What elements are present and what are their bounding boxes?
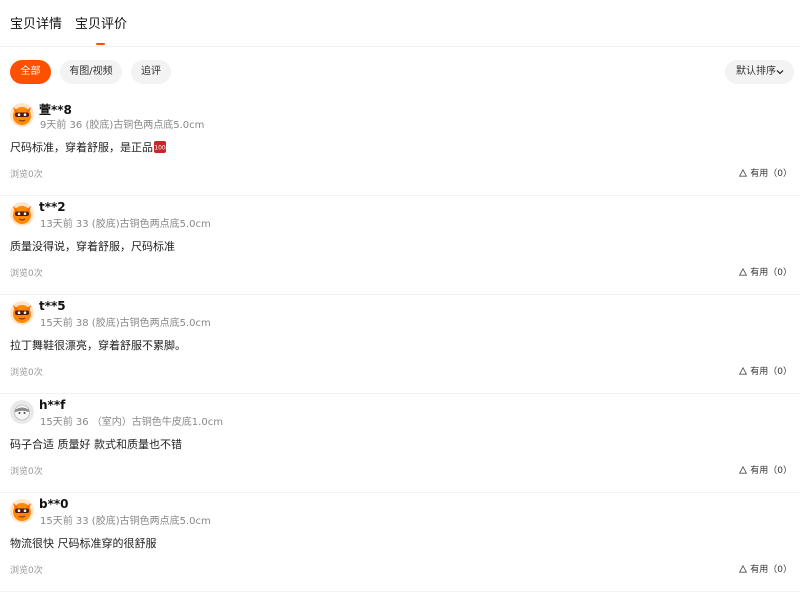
review-text: 物流很快 尺码标准穿的很舒服: [10, 537, 157, 550]
useful-label: 有用（0）: [750, 367, 792, 377]
avatar[interactable]: [10, 301, 34, 325]
view-count: 浏览0次: [10, 467, 43, 477]
reviewer-name: t**5: [39, 299, 66, 313]
avatar[interactable]: [10, 400, 34, 424]
view-count: 浏览0次: [10, 566, 43, 576]
thumbs-up-icon: [739, 367, 748, 375]
review-text-line: 质量没得说，穿着舒服，尺码标准: [10, 238, 175, 254]
thumbs-up-icon: [739, 565, 748, 573]
review-item: h**f 15天前 36 （室内）古铜色牛皮底1.0cm 码子合适 质量好 款式和质…: [0, 394, 800, 493]
useful-button[interactable]: 有用（0）: [739, 463, 792, 476]
tab-reviews[interactable]: 宝贝评价: [75, 13, 127, 32]
filter-all-button[interactable]: 全部: [10, 60, 51, 84]
view-count: 浏览0次: [10, 269, 43, 279]
review-meta: 9天前 36 (胶底)古铜色两点底5.0cm: [40, 120, 205, 131]
view-count: 浏览0次: [10, 368, 43, 378]
filter-bar: 全部 有图/视频 追评 默认排序: [0, 47, 800, 97]
filter-media-button[interactable]: 有图/视频: [60, 60, 122, 84]
tab-details[interactable]: 宝贝详情: [10, 13, 62, 32]
review-text: 尺码标准，穿着舒服，是正品: [10, 141, 153, 154]
useful-button[interactable]: 有用（0）: [739, 265, 792, 278]
svg-text:100: 100: [154, 145, 166, 152]
tab-bar: 宝贝详情 宝贝评价: [0, 0, 800, 47]
sort-label: 默认排序: [736, 66, 776, 77]
review-item: 萱**8 9天前 36 (胶底)古铜色两点底5.0cm 尺码标准，穿着舒服，是正品 1…: [0, 97, 800, 196]
thumbs-up-icon: [739, 169, 748, 177]
useful-label: 有用（0）: [750, 169, 792, 179]
review-text: 码子合适 质量好 款式和质量也不错: [10, 438, 182, 451]
review-text: 质量没得说，穿着舒服，尺码标准: [10, 240, 175, 253]
review-meta: 15天前 36 （室内）古铜色牛皮底1.0cm: [40, 417, 223, 428]
review-text-line: 尺码标准，穿着舒服，是正品 100: [10, 139, 166, 155]
active-tab-indicator: [96, 43, 105, 45]
review-item: t**5 15天前 38 (胶底)古铜色两点底5.0cm 拉丁舞鞋很漂亮，穿着舒服不…: [0, 295, 800, 394]
useful-label: 有用（0）: [750, 268, 792, 278]
reviewer-name: h**f: [39, 398, 66, 412]
review-item: b**0 15天前 33 (胶底)古铜色两点底5.0cm 物流很快 尺码标准穿的很舒…: [0, 493, 800, 592]
thumbs-up-icon: [739, 466, 748, 474]
hundred-points-emoji-icon: 100: [154, 141, 166, 153]
review-text: 拉丁舞鞋很漂亮，穿着舒服不累脚。: [10, 339, 186, 352]
avatar[interactable]: [10, 202, 34, 226]
review-text-line: 码子合适 质量好 款式和质量也不错: [10, 436, 182, 452]
avatar[interactable]: [10, 499, 34, 523]
sort-dropdown[interactable]: 默认排序: [725, 60, 794, 84]
thumbs-up-icon: [739, 268, 748, 276]
useful-button[interactable]: 有用（0）: [739, 364, 792, 377]
view-count: 浏览0次: [10, 170, 43, 180]
reviewer-name: t**2: [39, 200, 66, 214]
chevron-down-icon: [776, 70, 784, 75]
review-meta: 15天前 38 (胶底)古铜色两点底5.0cm: [40, 318, 211, 329]
review-list: 萱**8 9天前 36 (胶底)古铜色两点底5.0cm 尺码标准，穿着舒服，是正品 1…: [0, 97, 800, 592]
useful-button[interactable]: 有用（0）: [739, 562, 792, 575]
avatar[interactable]: [10, 103, 34, 127]
review-text-line: 物流很快 尺码标准穿的很舒服: [10, 535, 157, 551]
review-text-line: 拉丁舞鞋很漂亮，穿着舒服不累脚。: [10, 337, 186, 353]
filter-followup-button[interactable]: 追评: [131, 60, 171, 84]
review-meta: 15天前 33 (胶底)古铜色两点底5.0cm: [40, 516, 211, 527]
useful-label: 有用（0）: [750, 565, 792, 575]
useful-label: 有用（0）: [750, 466, 792, 476]
reviewer-name: b**0: [39, 497, 69, 511]
review-meta: 13天前 33 (胶底)古铜色两点底5.0cm: [40, 219, 211, 230]
review-item: t**2 13天前 33 (胶底)古铜色两点底5.0cm 质量没得说，穿着舒服，尺码…: [0, 196, 800, 295]
useful-button[interactable]: 有用（0）: [739, 166, 792, 179]
